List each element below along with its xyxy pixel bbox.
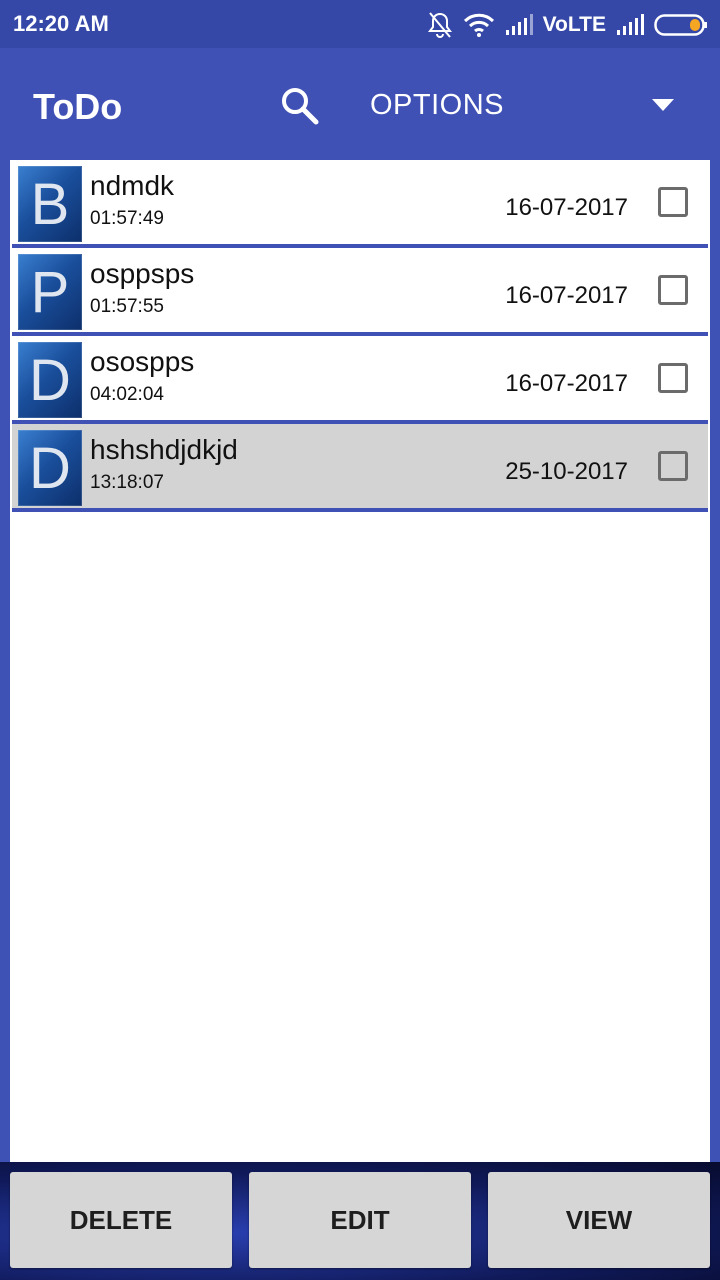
app-bar: ToDo OPTIONS <box>0 48 720 160</box>
delete-button[interactable]: DELETE <box>10 1172 232 1268</box>
todo-date: 16-07-2017 <box>505 194 628 221</box>
todo-time: 04:02:04 <box>90 384 164 405</box>
todo-title: ndmdk <box>90 170 175 201</box>
app-title: ToDo <box>33 86 123 127</box>
dropdown-arrow-icon[interactable] <box>652 99 674 113</box>
todo-title: osospps <box>90 346 195 377</box>
todo-title: hshshdjdkjd <box>90 434 238 465</box>
todo-date: 25-10-2017 <box>505 458 628 485</box>
signal-icon <box>617 14 644 35</box>
volte-label: VoLTE <box>542 13 606 36</box>
letter-avatar: P <box>18 254 82 330</box>
search-icon[interactable] <box>278 84 322 128</box>
options-dropdown[interactable]: OPTIONS <box>370 89 504 122</box>
bottom-toolbar: DELETE EDIT VIEW <box>0 1162 720 1280</box>
signal-icon <box>505 14 533 35</box>
todo-time: 01:57:49 <box>90 208 164 229</box>
status-time: 12:20 AM <box>13 11 109 36</box>
letter-avatar: D <box>18 342 82 418</box>
todo-time: 13:18:07 <box>90 472 164 493</box>
todo-checkbox[interactable] <box>658 275 688 305</box>
status-icons: VoLTE <box>427 10 708 40</box>
view-button[interactable]: VIEW <box>488 1172 710 1268</box>
letter-avatar: D <box>18 430 82 506</box>
todo-checkbox[interactable] <box>658 451 688 481</box>
todo-time: 01:57:55 <box>90 296 164 317</box>
letter-avatar: B <box>18 166 82 242</box>
todo-date: 16-07-2017 <box>505 370 628 397</box>
list-item[interactable]: D osospps 04:02:04 16-07-2017 <box>12 336 708 424</box>
todo-checkbox[interactable] <box>658 187 688 217</box>
wifi-icon <box>463 13 494 37</box>
todo-list: B ndmdk 01:57:49 16-07-2017 P osppsps 01… <box>10 160 710 1162</box>
todo-date: 16-07-2017 <box>505 282 628 309</box>
todo-title: osppsps <box>90 258 195 289</box>
notifications-off-icon <box>427 12 452 38</box>
battery-icon <box>654 14 707 36</box>
status-bar: 12:20 AM VoLTE <box>0 0 720 48</box>
list-item[interactable]: B ndmdk 01:57:49 16-07-2017 <box>12 160 708 248</box>
list-item[interactable]: P osppsps 01:57:55 16-07-2017 <box>12 248 708 336</box>
edit-button[interactable]: EDIT <box>249 1172 471 1268</box>
todo-checkbox[interactable] <box>658 363 688 393</box>
list-item[interactable]: D hshshdjdkjd 13:18:07 25-10-2017 <box>12 424 708 512</box>
